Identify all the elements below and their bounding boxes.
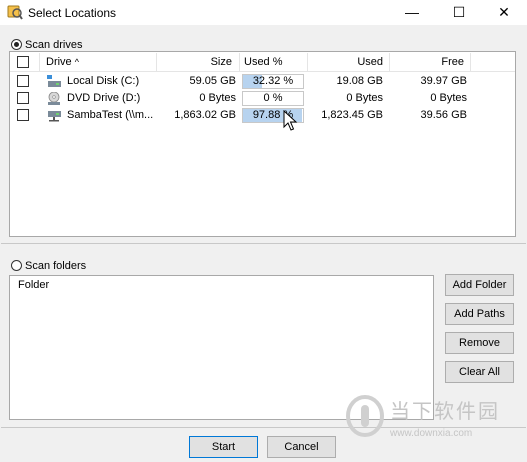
column-used-percent[interactable]: Used % [244,52,283,72]
add-paths-button[interactable]: Add Paths [445,303,514,325]
cancel-button[interactable]: Cancel [267,436,336,458]
column-free[interactable]: Free [392,52,464,72]
close-button[interactable]: ✕ [481,0,527,25]
table-row[interactable]: Local Disk (C:) 59.05 GB 32.32 % 19.08 G… [10,73,515,90]
drives-list-header: Drive ^ Size Used % Used Free [10,52,515,72]
row-checkbox[interactable] [17,75,29,87]
app-icon [7,5,23,20]
row-checkbox[interactable] [17,109,29,121]
drive-name: DVD Drive (D:) [67,92,141,104]
watermark-url: www.downxia.com [390,428,473,439]
drive-free: 0 Bytes [430,92,467,104]
window-title: Select Locations [28,6,117,20]
column-used[interactable]: Used [310,52,383,72]
used-percent-bar: 0 % [242,91,304,106]
column-size[interactable]: Size [160,52,232,72]
add-folder-button[interactable]: Add Folder [445,274,514,296]
drive-name: Local Disk (C:) [67,75,140,87]
network-drive-icon [48,111,61,122]
drives-list[interactable]: Drive ^ Size Used % Used Free Local Disk… [9,51,516,237]
column-drive[interactable]: Drive ^ [46,52,79,72]
drive-size: 59.05 GB [189,75,236,87]
watermark-text: 当下软件园 [390,401,500,423]
drive-size: 0 Bytes [199,92,236,104]
section-divider [1,243,526,244]
sort-ascending-icon: ^ [74,57,79,67]
drive-name: SambaTest (\\m... [67,109,154,121]
clear-all-button[interactable]: Clear All [445,361,514,383]
mouse-cursor-icon [283,110,298,131]
table-row[interactable]: DVD Drive (D:) 0 Bytes 0 % 0 Bytes 0 Byt… [10,90,515,107]
row-checkbox[interactable] [17,92,29,104]
drive-used: 0 Bytes [346,92,383,104]
scan-drives-radio[interactable] [11,39,22,50]
select-all-checkbox[interactable] [17,56,29,68]
scan-drives-label[interactable]: Scan drives [25,39,82,51]
scan-folders-label[interactable]: Scan folders [25,260,86,272]
used-percent-bar: 32.32 % [242,74,304,89]
watermark-logo-icon [346,395,384,437]
drive-free: 39.97 GB [420,75,467,87]
drive-used: 1,823.45 GB [321,109,383,121]
column-folder: Folder [18,279,50,291]
hard-drive-icon [47,75,61,87]
drive-free: 39.56 GB [420,109,467,121]
title-bar: Select Locations — ☐ ✕ [0,0,527,25]
start-button[interactable]: Start [189,436,258,458]
drive-used: 19.08 GB [336,75,383,87]
remove-button[interactable]: Remove [445,332,514,354]
scan-folders-radio[interactable] [11,260,22,271]
table-row[interactable]: SambaTest (\\m... 1,863.02 GB 97.88 % 1,… [10,107,515,124]
drive-size: 1,863.02 GB [174,109,236,121]
dvd-drive-icon [48,92,60,105]
minimize-button[interactable]: — [389,0,435,25]
maximize-button[interactable]: ☐ [436,0,482,25]
